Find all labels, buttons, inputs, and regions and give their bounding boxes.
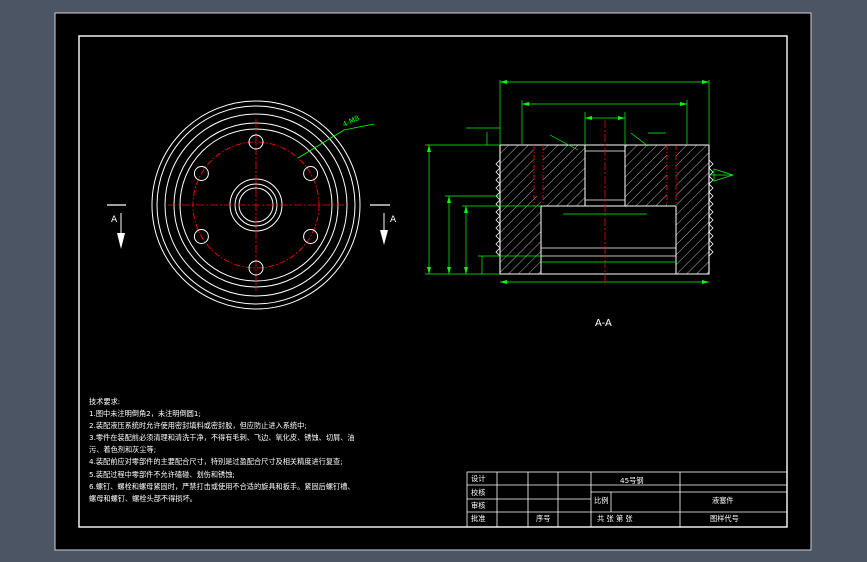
tb-material: 45号钢 <box>620 476 644 485</box>
drawing-canvas: 4-M8 A A A-A 技术要求: 1.图中未注明倒角2，未注明倒圆1; 2.… <box>0 0 867 562</box>
hatch-top-mid-left <box>543 145 585 206</box>
tb-check: 校核 <box>471 488 486 497</box>
notes-title: 技术要求: <box>89 397 121 406</box>
tb-sheets: 共 张 第 张 <box>597 514 633 523</box>
hatch-wall-right <box>676 196 709 274</box>
note-line: 3.零件在装配前必须清理和清洗干净，不得有毛刺、飞边、氧化皮、锈蚀、切屑、油 <box>89 433 355 443</box>
section-view-title: A-A <box>595 318 612 329</box>
tb-part-name: 液塞件 <box>712 496 734 505</box>
note-line: 5.装配过程中零部件不允许磕碰、划伤和锈蚀; <box>89 469 235 479</box>
note-line: 螺母和螺钉、螺栓头部不得损坏。 <box>89 493 197 503</box>
note-line: 1.图中未注明倒角2，未注明倒圆1; <box>89 409 201 419</box>
tb-drawing-no: 图样代号 <box>710 514 739 523</box>
note-line: 2.装配液压系统时允许使用密封填料或密封胶，但应防止进入系统中; <box>89 421 307 431</box>
note-line: 6.螺钉、螺栓和螺母紧固时，严禁打击或使用不合适的旋具和扳手。紧固后螺钉槽、 <box>89 481 355 491</box>
tb-design: 设计 <box>471 474 486 483</box>
hatch-top-mid-right <box>625 145 667 206</box>
section-label-right: A <box>390 215 397 225</box>
tb-approve: 批准 <box>471 514 486 523</box>
tb-scale: 比例 <box>594 496 609 505</box>
section-label-left: A <box>111 215 118 225</box>
hatch-top-left <box>500 145 534 196</box>
tb-review: 审核 <box>471 501 486 510</box>
hatch-wall-left <box>500 196 541 274</box>
technical-requirements: 技术要求: 1.图中未注明倒角2，未注明倒圆1; 2.装配液压系统时允许使用密封… <box>89 396 459 505</box>
inner-cavity <box>540 205 677 275</box>
hatch-top-right <box>676 145 709 196</box>
note-line: 4.装配前应对零部件的主要配合尺寸，特别是过盈配合尺寸及相关精度进行复查; <box>89 457 343 467</box>
note-line: 污、着色剂和灰尘等; <box>89 445 157 455</box>
tb-serial: 序号 <box>536 514 551 523</box>
